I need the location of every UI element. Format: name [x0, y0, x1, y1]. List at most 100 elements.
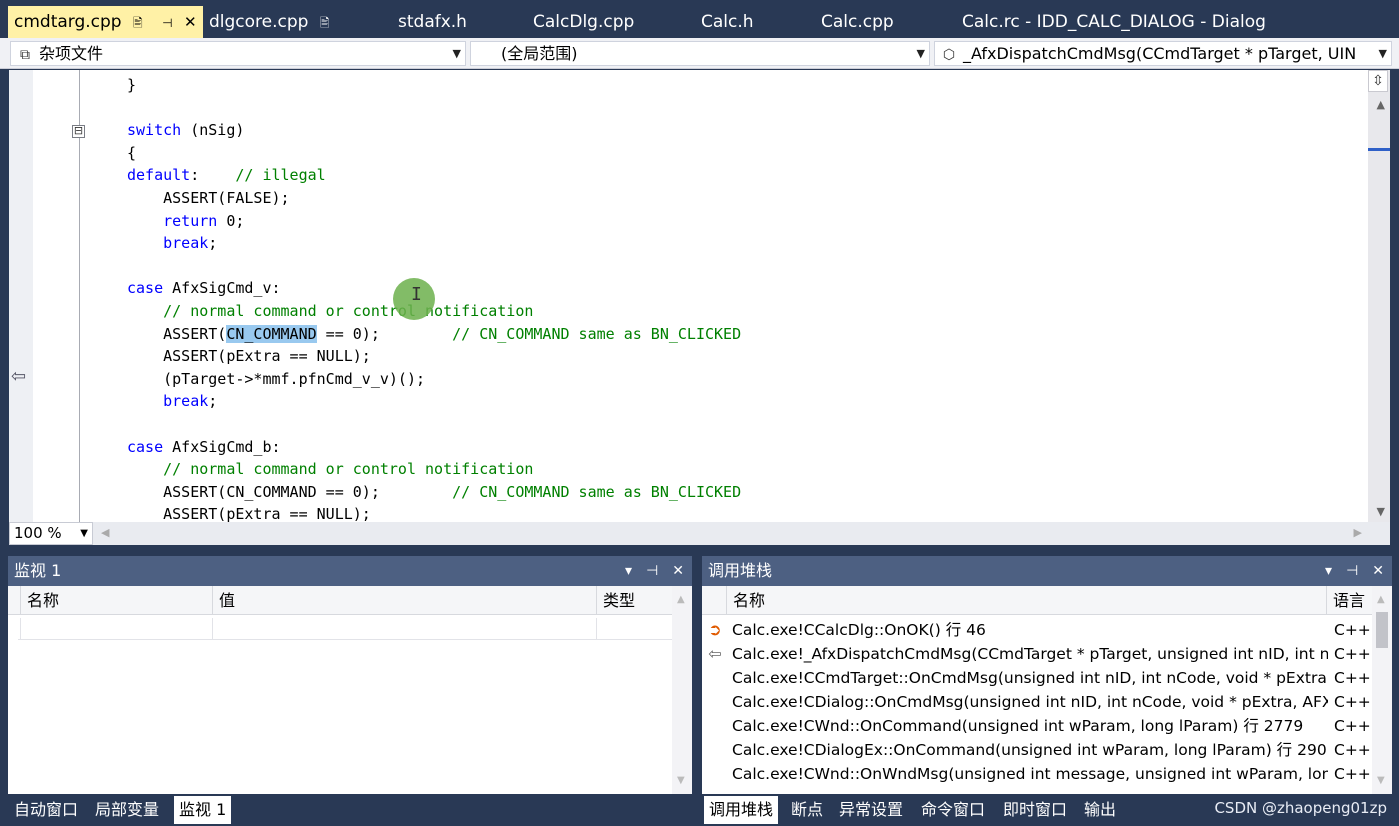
code-line[interactable]: ASSERT(FALSE); [127, 187, 741, 210]
call-stack-row[interactable]: Calc.exe!CWnd::OnWndMsg(unsigned int mes… [702, 762, 1372, 786]
code-line[interactable] [127, 255, 741, 278]
code-token: } [127, 76, 137, 94]
code-token: ASSERT(pExtra == NULL); [127, 347, 371, 366]
bottom-tab[interactable]: 输出 [1084, 796, 1116, 824]
code-line[interactable] [127, 413, 741, 436]
bottom-tab[interactable]: 监视 1 [174, 796, 232, 824]
tab-cmdtarg-cpp[interactable]: cmdtarg.cpp 🖹 ⊣ ✕ [8, 6, 203, 38]
bottom-tab[interactable]: 即时窗口 [1003, 796, 1067, 824]
zoom-dropdown[interactable]: 100 % ▼ [9, 522, 93, 545]
bottom-tab[interactable]: 局部变量 [95, 796, 159, 824]
bottom-tab[interactable]: 异常设置 [839, 796, 903, 824]
scroll-down-icon[interactable]: ▼ [1377, 775, 1385, 786]
navigation-bar: ⧉ 杂项文件 ▼ (全局范围) ▼ ⬡ _AfxDispatchCmdMsg(CCm… [0, 38, 1399, 69]
call-return-arrow-icon: ⇦ [708, 644, 722, 663]
code-line[interactable]: (pTarget->*mmf.pfnCmd_v_v)(); [127, 368, 741, 391]
call-stack-row[interactable]: Calc.exe!CDialogEx::OnCommand(unsigned i… [702, 738, 1372, 762]
call-stack-row[interactable]: ⇦ Calc.exe!_AfxDispatchCmdMsg(CCmdTarget … [702, 642, 1372, 666]
watch-empty-row[interactable] [18, 618, 672, 640]
bottom-tab[interactable]: 自动窗口 [14, 796, 78, 824]
scroll-up-icon[interactable]: ▲ [1377, 594, 1385, 605]
project-dropdown[interactable]: ⧉ 杂项文件 ▼ [10, 41, 466, 66]
indicator-margin[interactable] [9, 70, 33, 522]
chevron-down-icon: ▼ [80, 528, 88, 539]
tab-calcdlg-cpp[interactable]: CalcDlg.cpp [533, 6, 634, 38]
tab-pin-icon[interactable]: 🖹 [320, 16, 330, 30]
tab-dock-icon[interactable]: ⊣ [162, 16, 172, 30]
code-line[interactable]: break; [127, 390, 741, 413]
call-stack-row[interactable]: Calc.exe!CCmdTarget::OnCmdMsg(unsigned i… [702, 666, 1372, 690]
tab-calc-cpp[interactable]: Calc.cpp [821, 6, 894, 38]
close-icon[interactable]: ✕ [672, 563, 684, 579]
close-icon[interactable]: ✕ [1372, 563, 1384, 579]
scope-dropdown[interactable]: (全局范围) ▼ [470, 41, 930, 66]
tab-calc-rc-dialog[interactable]: Calc.rc - IDD_CALC_DIALOG - Dialog [962, 6, 1266, 38]
call-stack-row[interactable]: ➲ Calc.exe!CCalcDlg::OnOK() 行 46 C++ [702, 618, 1372, 642]
frame-name: Calc.exe!CCmdTarget::OnCmdMsg(unsigned i… [732, 669, 1328, 687]
call-stack-column-header: 名称 语言 [702, 586, 1392, 615]
call-stack-scrollbar[interactable]: ▲ ▼ [1372, 586, 1392, 794]
code-line[interactable]: break; [127, 232, 741, 255]
call-stack-row[interactable]: Calc.exe!CWnd::OnCommand(unsigned int wP… [702, 714, 1372, 738]
scroll-right-icon[interactable]: ▶ [1354, 526, 1362, 539]
code-line[interactable]: case AfxSigCmd_b: [127, 436, 741, 459]
collapse-icon[interactable]: ⊟ [72, 125, 85, 138]
code-line[interactable]: // normal command or control notificatio… [127, 458, 741, 481]
scroll-up-icon[interactable]: ▲ [677, 594, 685, 605]
bottom-tab[interactable]: 断点 [791, 796, 823, 824]
editor-vertical-scrollbar[interactable]: ⇳ ▲ ▼ [1368, 70, 1390, 522]
code-line[interactable]: ASSERT(pExtra == NULL); [127, 345, 741, 368]
scroll-down-icon[interactable]: ▼ [1377, 505, 1385, 518]
tab-dlgcore-cpp[interactable]: dlgcore.cpp 🖹 [209, 6, 330, 38]
tab-pin-icon[interactable]: 🖹 [133, 16, 143, 30]
keyword: break [163, 392, 209, 411]
panel-menu-icon[interactable]: ▾ [1325, 563, 1332, 579]
scroll-position-marker[interactable] [1368, 148, 1390, 151]
comment: // normal command or control notificatio… [163, 301, 534, 320]
scroll-up-icon[interactable]: ▲ [1377, 98, 1385, 111]
code-token: ASSERT(CN_COMMAND == 0); [127, 482, 453, 501]
code-line[interactable]: ASSERT(pExtra == NULL); [127, 503, 741, 522]
bottom-tab[interactable]: 调用堆栈 [704, 796, 779, 824]
split-window-icon[interactable]: ⇳ [1368, 70, 1388, 92]
tab-close-icon[interactable]: ✕ [184, 13, 197, 31]
column-name[interactable]: 名称 [20, 586, 212, 615]
tab-calc-h[interactable]: Calc.h [701, 6, 754, 38]
project-label: 杂项文件 [39, 44, 104, 63]
member-dropdown[interactable]: ⬡ _AfxDispatchCmdMsg(CCmdTarget * pTarget… [934, 41, 1392, 66]
code-line[interactable]: return 0; [127, 210, 741, 233]
project-icon: ⧉ [20, 47, 30, 63]
tab-label: stdafx.h [398, 12, 467, 32]
bottom-tab[interactable]: 命令窗口 [921, 796, 985, 824]
code-line[interactable]: ASSERT(CN_COMMAND == 0); // CN_COMMAND s… [127, 481, 741, 504]
code-line[interactable]: { [127, 142, 741, 165]
code-token: AfxSigCmd_b: [163, 437, 281, 456]
pin-icon[interactable]: ⊣ [646, 563, 658, 579]
method-icon: ⬡ [942, 47, 956, 63]
code-line[interactable]: ASSERT(CN_COMMAND == 0); // CN_COMMAND s… [127, 323, 741, 346]
scroll-left-icon[interactable]: ◀ [101, 526, 109, 539]
code-line[interactable]: default: // illegal [127, 164, 741, 187]
comment: // illegal [235, 166, 326, 185]
column-name[interactable]: 名称 [726, 586, 1326, 615]
panel-menu-icon[interactable]: ▾ [625, 563, 632, 579]
document-tab-strip: cmdtarg.cpp 🖹 ⊣ ✕ dlgcore.cpp 🖹 stdafx.h… [0, 6, 1399, 38]
code-line[interactable] [127, 97, 741, 120]
scroll-down-icon[interactable]: ▼ [677, 775, 685, 786]
code-editor[interactable]: ⊟ ⇦ } switch (nSig){default: // illegal A… [9, 70, 1390, 522]
watch-scrollbar[interactable]: ▲ ▼ [672, 586, 692, 794]
column-value[interactable]: 值 [212, 586, 596, 615]
column-type[interactable]: 类型 [596, 586, 672, 615]
cell-divider [212, 618, 213, 640]
frame-name: Calc.exe!CDialog::OnCmdMsg(unsigned int … [732, 693, 1328, 711]
column-language[interactable]: 语言 [1326, 586, 1372, 615]
call-stack-row[interactable]: Calc.exe!CDialog::OnCmdMsg(unsigned int … [702, 690, 1372, 714]
code-line[interactable]: switch (nSig) [127, 119, 741, 142]
scroll-thumb[interactable] [1376, 612, 1388, 648]
code-line[interactable]: } [127, 74, 741, 97]
chevron-down-icon: ▼ [916, 47, 925, 60]
pin-icon[interactable]: ⊣ [1346, 563, 1358, 579]
tab-stdafx-h[interactable]: stdafx.h [398, 6, 467, 38]
